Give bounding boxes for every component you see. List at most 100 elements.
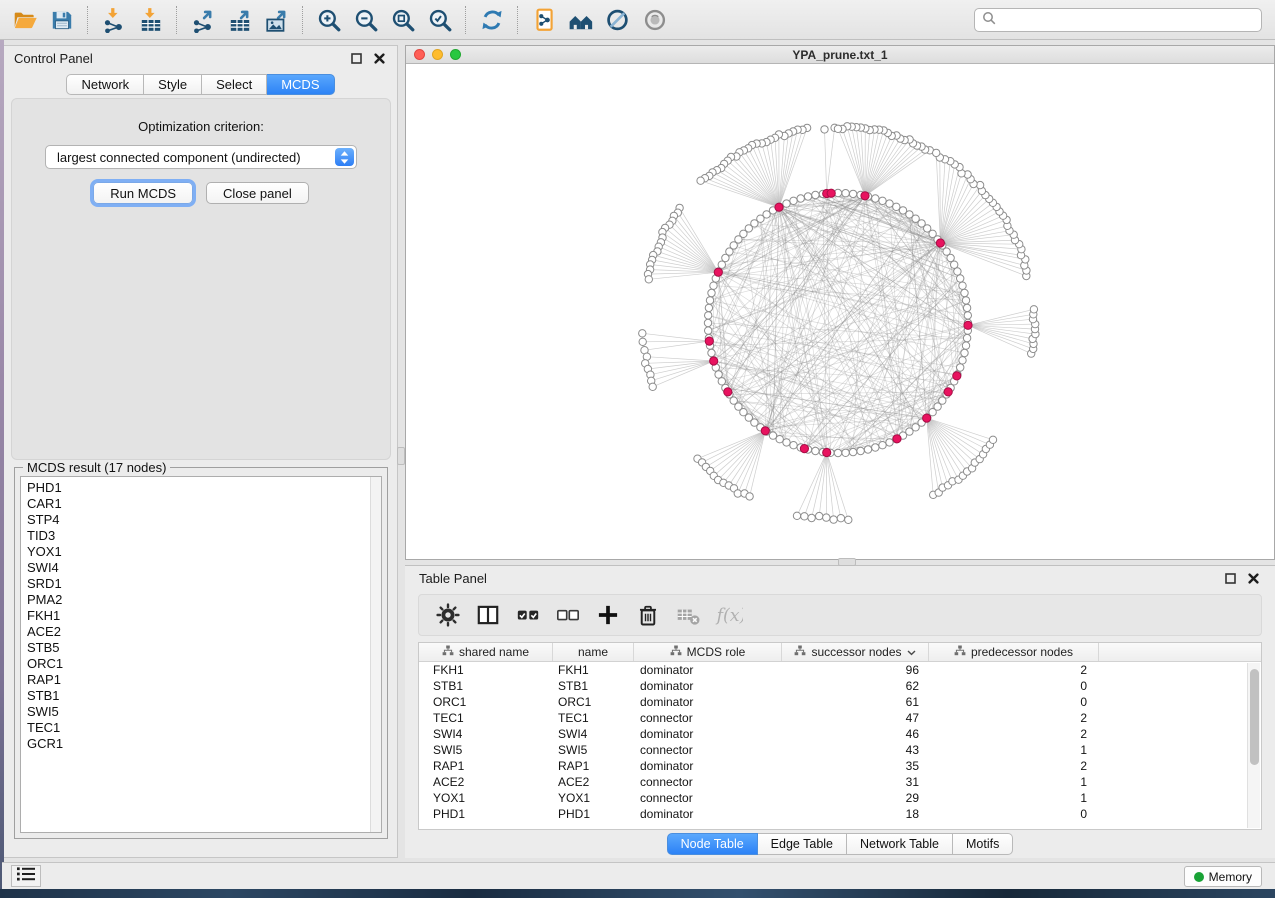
float-panel-icon[interactable]: [348, 50, 364, 66]
show-all-icon[interactable]: [636, 4, 673, 36]
node-table-scrollbar[interactable]: [1247, 663, 1260, 828]
table-cell[interactable]: dominator: [634, 694, 782, 710]
table-cell[interactable]: 61: [782, 694, 929, 710]
table-cell[interactable]: PHD1: [553, 806, 634, 822]
table-cell[interactable]: connector: [634, 710, 782, 726]
tab-network-table[interactable]: Network Table: [847, 833, 953, 855]
table-cell[interactable]: ACE2: [419, 774, 553, 790]
tab-node-table[interactable]: Node Table: [667, 833, 758, 855]
float-table-panel-icon[interactable]: [1222, 570, 1238, 586]
table-cell[interactable]: TEC1: [553, 710, 634, 726]
table-row[interactable]: ORC1ORC1dominator610: [419, 694, 1261, 710]
table-cell[interactable]: connector: [634, 742, 782, 758]
select-all-rows-icon[interactable]: [513, 600, 543, 630]
table-cell[interactable]: 2: [929, 710, 1099, 726]
table-cell[interactable]: RAP1: [419, 758, 553, 774]
table-cell[interactable]: TEC1: [419, 710, 553, 726]
search-input[interactable]: [1001, 11, 1261, 29]
table-cell[interactable]: 46: [782, 726, 929, 742]
table-cell[interactable]: 0: [929, 806, 1099, 822]
table-cell[interactable]: connector: [634, 790, 782, 806]
table-cell[interactable]: 31: [782, 774, 929, 790]
network-canvas[interactable]: [406, 65, 1274, 559]
table-cell[interactable]: SWI4: [553, 726, 634, 742]
table-cell[interactable]: STB1: [553, 678, 634, 694]
table-row[interactable]: FKH1FKH1dominator962: [419, 662, 1261, 678]
search-box[interactable]: [974, 8, 1262, 32]
table-cell[interactable]: 47: [782, 710, 929, 726]
tab-network[interactable]: Network: [66, 74, 144, 95]
first-neighbors-icon[interactable]: [562, 4, 599, 36]
save-session-icon[interactable]: [43, 4, 80, 36]
column-header-shared-name[interactable]: shared name: [419, 643, 553, 661]
table-cell[interactable]: ACE2: [553, 774, 634, 790]
close-table-panel-icon[interactable]: [1245, 570, 1261, 586]
tab-select[interactable]: Select: [202, 74, 267, 95]
tab-motifs[interactable]: Motifs: [953, 833, 1013, 855]
table-cell[interactable]: FKH1: [553, 662, 634, 678]
table-cell[interactable]: dominator: [634, 662, 782, 678]
table-cell[interactable]: 96: [782, 662, 929, 678]
memory-button[interactable]: Memory: [1184, 866, 1262, 887]
table-row[interactable]: ACE2ACE2connector311: [419, 774, 1261, 790]
column-header-successor-nodes[interactable]: successor nodes: [782, 643, 929, 661]
table-cell[interactable]: FKH1: [419, 662, 553, 678]
table-cell[interactable]: YOX1: [419, 790, 553, 806]
zoom-selected-icon[interactable]: [421, 4, 458, 36]
table-row[interactable]: PHD1PHD1dominator180: [419, 806, 1261, 822]
zoom-in-icon[interactable]: [310, 4, 347, 36]
export-network-icon[interactable]: [184, 4, 221, 36]
table-row[interactable]: RAP1RAP1dominator352: [419, 758, 1261, 774]
table-cell[interactable]: 18: [782, 806, 929, 822]
table-cell[interactable]: 29: [782, 790, 929, 806]
column-visibility-icon[interactable]: [473, 600, 503, 630]
table-row[interactable]: TEC1TEC1connector472: [419, 710, 1261, 726]
mcds-list-scrollbar[interactable]: [370, 477, 381, 832]
column-header-MCDS-role[interactable]: MCDS role: [634, 643, 782, 661]
table-cell[interactable]: PHD1: [419, 806, 553, 822]
table-row[interactable]: SWI5SWI5connector431: [419, 742, 1261, 758]
table-cell[interactable]: ORC1: [419, 694, 553, 710]
add-column-icon[interactable]: [593, 600, 623, 630]
deselect-all-rows-icon[interactable]: [553, 600, 583, 630]
import-network-icon[interactable]: [95, 4, 132, 36]
table-cell[interactable]: SWI5: [553, 742, 634, 758]
table-cell[interactable]: dominator: [634, 726, 782, 742]
table-cell[interactable]: dominator: [634, 758, 782, 774]
tab-mcds[interactable]: MCDS: [267, 74, 334, 95]
table-cell[interactable]: connector: [634, 774, 782, 790]
table-cell[interactable]: RAP1: [553, 758, 634, 774]
column-header-predecessor-nodes[interactable]: predecessor nodes: [929, 643, 1099, 661]
mcds-result-list[interactable]: PHD1CAR1STP4TID3YOX1SWI4SRD1PMA2FKH1ACE2…: [20, 476, 382, 833]
table-cell[interactable]: 43: [782, 742, 929, 758]
tab-style[interactable]: Style: [144, 74, 202, 95]
apply-layout-icon[interactable]: [473, 4, 510, 36]
table-cell[interactable]: SWI4: [419, 726, 553, 742]
table-cell[interactable]: 1: [929, 790, 1099, 806]
import-table-icon[interactable]: [132, 4, 169, 36]
vertical-splitter-handle[interactable]: [397, 447, 405, 465]
close-panel-icon[interactable]: [371, 50, 387, 66]
close-panel-button[interactable]: Close panel: [206, 182, 309, 204]
optimization-criterion-select[interactable]: largest connected component (undirected): [45, 145, 357, 169]
column-header-name[interactable]: name: [553, 643, 634, 661]
table-cell[interactable]: 2: [929, 662, 1099, 678]
new-network-from-selection-icon[interactable]: [525, 4, 562, 36]
table-cell[interactable]: 1: [929, 774, 1099, 790]
tab-edge-table[interactable]: Edge Table: [758, 833, 847, 855]
node-table-scroll-thumb[interactable]: [1250, 669, 1259, 765]
table-cell[interactable]: 2: [929, 758, 1099, 774]
table-cell[interactable]: 0: [929, 694, 1099, 710]
hide-selected-icon[interactable]: [599, 4, 636, 36]
table-cell[interactable]: 62: [782, 678, 929, 694]
run-mcds-button[interactable]: Run MCDS: [93, 182, 193, 204]
table-cell[interactable]: SWI5: [419, 742, 553, 758]
table-cell[interactable]: YOX1: [553, 790, 634, 806]
table-row[interactable]: YOX1YOX1connector291: [419, 790, 1261, 806]
table-cell[interactable]: dominator: [634, 678, 782, 694]
open-file-icon[interactable]: [6, 4, 43, 36]
table-row[interactable]: SWI4SWI4dominator462: [419, 726, 1261, 742]
table-cell[interactable]: 35: [782, 758, 929, 774]
table-cell[interactable]: ORC1: [553, 694, 634, 710]
delete-column-icon[interactable]: [633, 600, 663, 630]
